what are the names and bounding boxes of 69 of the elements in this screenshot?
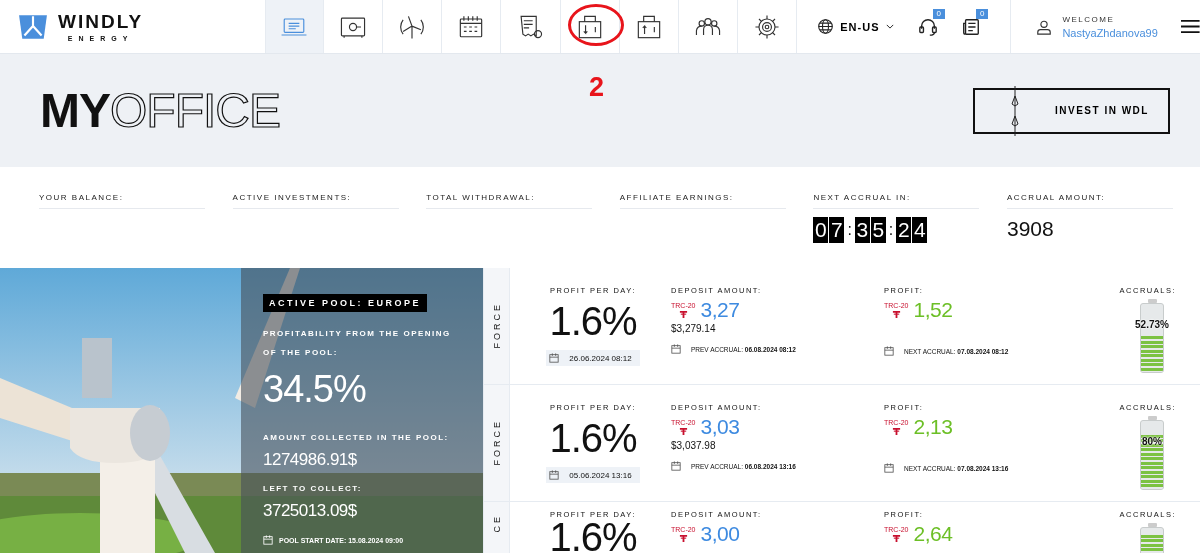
profit-per-day: 1.6%	[549, 416, 637, 461]
page-title: MYOFFICE	[40, 83, 280, 138]
countdown-separator: :	[887, 221, 895, 239]
calendar-icon	[884, 463, 894, 473]
calendar-icon	[549, 470, 560, 480]
stat-label: ACCRUAL AMOUNT:	[1006, 193, 1173, 209]
headset-icon[interactable]	[917, 16, 938, 37]
calendar-icon	[671, 344, 681, 354]
stat-label: ACTIVE INVESTMENTS:	[232, 193, 399, 209]
tether-icon	[891, 533, 901, 543]
start-date: 26.06.2024 08:12	[569, 353, 632, 363]
tether-icon	[891, 309, 901, 319]
pool-name: CE	[491, 514, 502, 533]
deposit-amount: 3,00	[700, 522, 740, 546]
profit-amount: 2,64	[913, 522, 953, 546]
left-value: 3725013.09$	[263, 501, 357, 521]
stat-label: YOUR BALANCE:	[39, 193, 205, 209]
countdown-digit: 0	[813, 217, 829, 243]
notification-badge: 0	[975, 8, 989, 19]
deposit-amount: 3,03	[700, 415, 740, 439]
countdown-digit: 2	[896, 217, 912, 243]
calendar-icon	[671, 461, 681, 471]
countdown-digit: 3	[854, 217, 870, 243]
deposit-amount: 3,27	[700, 298, 740, 322]
stat-label: TOTAL WITHDRAWAL:	[426, 193, 593, 209]
brand-name: WINDLY	[58, 11, 144, 33]
welcome-label: WELCOME	[1062, 14, 1116, 24]
accrual-percent: 52.73%	[1134, 319, 1170, 330]
collected-value: 1274986.91$	[263, 450, 357, 470]
accrual-amount: 3908	[1006, 217, 1055, 241]
tether-icon	[678, 426, 688, 436]
countdown-separator: :	[846, 221, 853, 239]
calendar-icon	[263, 535, 273, 545]
pool-label: LEFT TO COLLECT:	[263, 484, 362, 493]
calendar-icon	[549, 353, 560, 363]
annotation-number: 2	[589, 72, 605, 103]
stat-label: AFFILIATE EARNINGS:	[619, 193, 786, 209]
profitability-value: 34.5%	[263, 368, 366, 411]
stat-label: NEXT ACCRUAL IN:	[813, 193, 980, 209]
countdown-digit: 4	[912, 217, 928, 243]
pool-label: PROFITABILITY FROM THE OPENING OF THE POOL:	[263, 328, 452, 359]
notification-badge: 0	[932, 8, 945, 19]
pool-name: FORCE	[491, 419, 502, 466]
profit-per-day: 1.6%	[549, 299, 637, 344]
start-date: 05.06.2024 13:16	[569, 470, 632, 480]
deposit-usd: $3,037.98	[671, 440, 716, 451]
invest-button[interactable]: INVEST IN WDL	[973, 87, 1170, 134]
pool-name: FORCE	[491, 302, 502, 349]
active-pool-badge: ACTIVE POOL: EUROPE	[263, 294, 427, 312]
calendar-icon	[884, 346, 894, 356]
annotation-circle	[568, 4, 624, 46]
menu-icon[interactable]	[1181, 19, 1200, 34]
profit-amount: 2,13	[913, 415, 953, 439]
newspaper-icon[interactable]	[960, 16, 981, 37]
tether-icon	[678, 533, 688, 543]
tether-icon	[891, 426, 901, 436]
deposit-usd: $3,279.14	[671, 323, 716, 334]
globe-icon	[817, 18, 835, 35]
language-selector[interactable]: EN-US	[815, 14, 896, 39]
user-icon	[1036, 18, 1053, 35]
countdown-digit: 7	[829, 217, 845, 243]
turbine-blade-icon	[1011, 85, 1019, 136]
profit-per-day: 1.6%	[549, 522, 637, 552]
username-link[interactable]: NastyaZhdanova99	[1062, 26, 1158, 39]
countdown-digit: 5	[870, 217, 886, 243]
pool-label: AMOUNT COLLECTED IN THE POOL:	[263, 433, 449, 442]
profit-amount: 1,52	[913, 298, 953, 322]
tether-icon	[678, 309, 688, 319]
caret-icon	[885, 24, 894, 29]
